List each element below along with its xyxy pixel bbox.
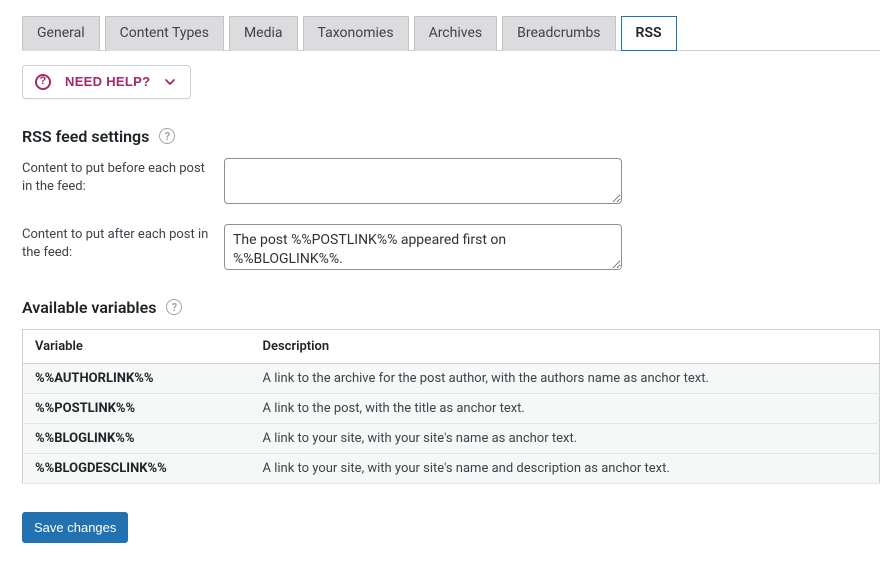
need-help-button[interactable]: ? NEED HELP?: [22, 65, 191, 99]
rss-settings-heading: RSS feed settings ?: [22, 127, 880, 146]
variable-description: A link to your site, with your site's na…: [251, 453, 880, 483]
variable-name: %%AUTHORLINK%%: [23, 363, 251, 393]
help-icon[interactable]: ?: [166, 299, 182, 315]
table-row: %%AUTHORLINK%%A link to the archive for …: [23, 363, 880, 393]
help-icon[interactable]: ?: [159, 128, 175, 144]
table-row: %%POSTLINK%%A link to the post, with the…: [23, 393, 880, 423]
before-content-textarea[interactable]: [224, 158, 622, 204]
settings-tabs: GeneralContent TypesMediaTaxonomiesArchi…: [22, 15, 880, 51]
tab-breadcrumbs[interactable]: Breadcrumbs: [502, 16, 615, 51]
after-label: Content to put after each post in the fe…: [22, 224, 214, 262]
before-field-row: Content to put before each post in the f…: [22, 158, 880, 204]
question-icon: ?: [35, 74, 51, 90]
save-button[interactable]: Save changes: [22, 512, 128, 543]
tab-rss[interactable]: RSS: [621, 16, 677, 51]
after-field-row: Content to put after each post in the fe…: [22, 224, 880, 270]
variable-name: %%BLOGLINK%%: [23, 423, 251, 453]
table-row: %%BLOGDESCLINK%%A link to your site, wit…: [23, 453, 880, 483]
table-row: %%BLOGLINK%%A link to your site, with yo…: [23, 423, 880, 453]
after-content-textarea[interactable]: [224, 224, 622, 270]
tab-general[interactable]: General: [22, 16, 100, 51]
variables-table: Variable Description %%AUTHORLINK%%A lin…: [22, 329, 880, 484]
variable-description: A link to the post, with the title as an…: [251, 393, 880, 423]
col-variable: Variable: [23, 329, 251, 363]
variable-description: A link to your site, with your site's na…: [251, 423, 880, 453]
before-label: Content to put before each post in the f…: [22, 158, 214, 196]
tab-archives[interactable]: Archives: [414, 16, 498, 51]
col-description: Description: [251, 329, 880, 363]
need-help-label: NEED HELP?: [65, 74, 150, 89]
available-vars-heading: Available variables ?: [22, 298, 880, 317]
chevron-down-icon: [164, 76, 176, 88]
variable-description: A link to the archive for the post autho…: [251, 363, 880, 393]
variable-name: %%BLOGDESCLINK%%: [23, 453, 251, 483]
available-vars-heading-text: Available variables: [22, 298, 156, 317]
variable-name: %%POSTLINK%%: [23, 393, 251, 423]
rss-settings-heading-text: RSS feed settings: [22, 127, 149, 146]
tab-taxonomies[interactable]: Taxonomies: [303, 16, 409, 51]
tab-media[interactable]: Media: [229, 16, 298, 51]
tab-content-types[interactable]: Content Types: [105, 16, 224, 51]
